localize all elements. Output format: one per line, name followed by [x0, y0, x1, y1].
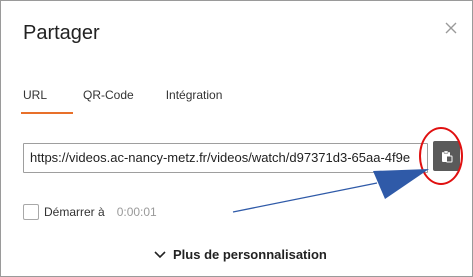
- clipboard-copy-icon: [442, 150, 453, 162]
- start-time-input[interactable]: 0:00:01: [117, 205, 177, 219]
- copy-url-button[interactable]: [433, 141, 460, 171]
- share-tabs: URL QR-Code Intégration: [21, 85, 235, 119]
- tab-url[interactable]: URL: [21, 85, 73, 119]
- chevron-down-icon: [154, 250, 166, 258]
- tab-integration[interactable]: Intégration: [154, 85, 235, 119]
- more-customization-label: Plus de personnalisation: [173, 247, 327, 262]
- start-at-label: Démarrer à: [44, 205, 105, 219]
- close-icon: [445, 22, 457, 34]
- share-url-field[interactable]: https://videos.ac-nancy-metz.fr/videos/w…: [23, 143, 428, 173]
- start-at-checkbox[interactable]: [23, 204, 39, 220]
- tab-qr-code[interactable]: QR-Code: [71, 85, 146, 119]
- start-at-option: Démarrer à 0:00:01: [23, 204, 177, 220]
- close-button[interactable]: [442, 19, 460, 37]
- share-dialog: Partager URL QR-Code Intégration https:/…: [0, 0, 473, 277]
- more-customization-toggle[interactable]: Plus de personnalisation: [153, 247, 327, 262]
- dialog-title: Partager: [23, 22, 100, 44]
